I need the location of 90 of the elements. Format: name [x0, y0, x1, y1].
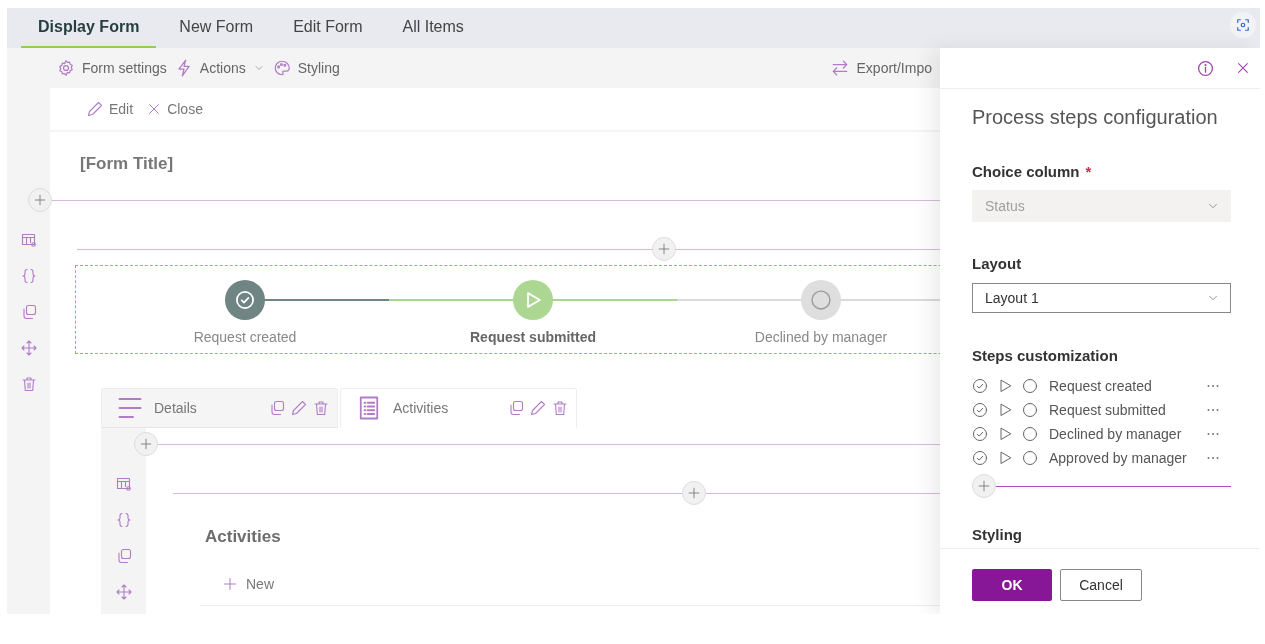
more-icon[interactable] [1207, 408, 1219, 412]
step-name: Request submitted [1049, 402, 1167, 418]
required-mark: * [1085, 163, 1092, 181]
tab-label: Activities [393, 400, 449, 416]
scan-icon [1236, 18, 1250, 32]
close-icon [1236, 61, 1250, 75]
container-tab[interactable]: Details [101, 388, 338, 428]
cancel-button[interactable]: Cancel [1060, 569, 1142, 601]
more-icon[interactable] [1207, 432, 1219, 436]
add-button[interactable] [652, 237, 676, 261]
copy-icon[interactable] [269, 400, 285, 416]
plus-icon [222, 576, 238, 592]
plus-icon [139, 437, 153, 451]
play-icon[interactable] [997, 402, 1013, 418]
toolbar-button[interactable]: Styling [272, 59, 340, 77]
pencil-icon [87, 101, 103, 117]
dropdown-field[interactable]: Layout 1 [972, 283, 1231, 313]
command-button[interactable]: Edit [87, 101, 134, 117]
form-tab[interactable]: All Items [385, 8, 481, 48]
circle-icon [810, 289, 832, 311]
check-icon [235, 290, 255, 310]
table-settings-icon[interactable] [115, 476, 132, 492]
braces-icon[interactable] [20, 268, 37, 284]
gear-icon [57, 59, 75, 77]
form-tab[interactable]: New Form [162, 8, 271, 48]
copy-icon[interactable] [20, 304, 37, 320]
tab-label: Details [154, 400, 197, 416]
container-tab[interactable]: Activities [340, 388, 577, 428]
circle-icon[interactable] [1022, 378, 1038, 394]
capture-button[interactable] [1230, 12, 1256, 38]
copy-icon[interactable] [115, 548, 132, 564]
toolbar-button[interactable]: Export/Impo [830, 59, 932, 77]
step-label: Declined by manager [754, 328, 888, 346]
plus-icon [977, 479, 991, 493]
check-circle-icon[interactable] [972, 402, 988, 418]
check-circle-icon[interactable] [972, 450, 988, 466]
check-circle-icon[interactable] [972, 426, 988, 442]
plus-icon [687, 486, 701, 500]
dropdown-field: Status [972, 190, 1231, 222]
play-icon[interactable] [997, 378, 1013, 394]
swap-icon [830, 59, 849, 77]
circle-icon[interactable] [1022, 426, 1038, 442]
more-icon[interactable] [1207, 456, 1219, 460]
circle-icon[interactable] [1022, 402, 1038, 418]
form-tab[interactable]: Edit Form [276, 8, 380, 48]
circle-icon[interactable] [1022, 450, 1038, 466]
plus-icon [657, 242, 671, 256]
section-label: Steps customization [972, 347, 1119, 365]
panel-title: Process steps configuration [972, 105, 1219, 129]
pencil-icon[interactable] [530, 400, 546, 416]
close-icon [147, 102, 162, 116]
lines-icon [118, 396, 142, 420]
plus-icon [33, 193, 47, 207]
add-button[interactable] [28, 188, 52, 212]
step-name: Declined by manager [1049, 426, 1183, 442]
info-icon [1197, 59, 1214, 77]
step-label: Request submitted [470, 328, 596, 346]
form-title: [Form Title] [79, 153, 175, 175]
toolbar-button[interactable]: Form settings [57, 59, 167, 77]
trash-icon[interactable] [20, 376, 37, 392]
section-heading: Activities [205, 526, 282, 548]
move-icon[interactable] [115, 584, 132, 600]
list-icon [357, 396, 381, 420]
section-label: Styling [972, 526, 1023, 544]
table-settings-icon[interactable] [20, 232, 37, 248]
step-name: Approved by manager [1049, 450, 1188, 466]
add-button[interactable] [972, 474, 996, 498]
move-icon[interactable] [20, 340, 37, 356]
add-button[interactable] [134, 432, 158, 456]
more-icon[interactable] [1207, 384, 1219, 388]
step-label: Request created [193, 328, 297, 346]
play-icon[interactable] [997, 426, 1013, 442]
pencil-icon[interactable] [291, 400, 307, 416]
check-circle-icon[interactable] [972, 378, 988, 394]
palette-icon [272, 59, 291, 77]
trash-icon[interactable] [552, 400, 568, 416]
copy-icon[interactable] [508, 400, 524, 416]
braces-icon[interactable] [115, 512, 132, 528]
field-label: Choice column [972, 163, 1080, 181]
step-name: Request created [1049, 378, 1153, 394]
ok-button[interactable]: OK [972, 569, 1052, 601]
add-button[interactable] [682, 481, 706, 505]
info-button[interactable] [1197, 59, 1214, 77]
play-icon[interactable] [997, 450, 1013, 466]
toolbar-button[interactable]: Actions [174, 59, 265, 77]
new-button[interactable]: New [222, 571, 274, 597]
field-label: Layout [972, 255, 1023, 273]
command-button[interactable]: Close [147, 101, 203, 117]
close-button[interactable] [1236, 61, 1250, 75]
trash-icon[interactable] [313, 400, 329, 416]
